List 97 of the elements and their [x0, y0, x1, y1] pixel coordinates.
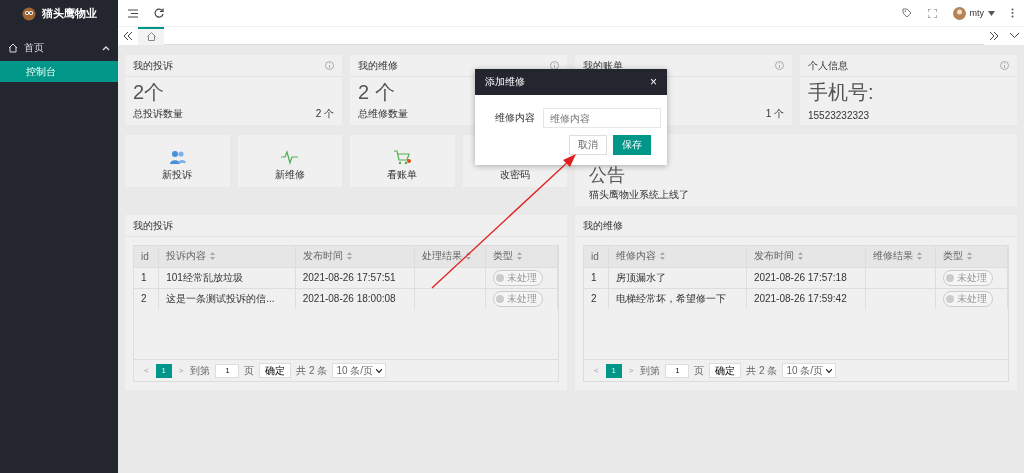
- repair-content-field[interactable]: 维修内容: [543, 108, 661, 128]
- table-cell: 2021-08-26 17:57:51: [295, 267, 415, 288]
- double-right-icon: [989, 31, 999, 40]
- goto-label: 到第: [640, 363, 661, 378]
- sort-icon[interactable]: [210, 252, 216, 261]
- column-label: 投诉内容: [166, 249, 207, 264]
- shortcut-tile[interactable]: 新投诉: [125, 135, 230, 187]
- table-cell: 2021-08-26 17:59:42: [746, 288, 866, 309]
- shortcut-label: 新维修: [274, 168, 305, 182]
- stat-caption: 总投诉数量: [133, 107, 183, 121]
- menu-label: 首页: [24, 41, 45, 55]
- confirm-button[interactable]: 确定: [259, 363, 292, 378]
- table-cell: 电梯经常坏，希望修一下: [608, 288, 747, 309]
- caret-down-icon: [988, 10, 995, 16]
- sort-icon[interactable]: [916, 252, 922, 261]
- column-label: 发布时间: [753, 249, 794, 264]
- stat-caption: 总维修数量: [358, 107, 408, 121]
- stat-count: 1 个: [765, 107, 784, 121]
- confirm-button[interactable]: 确定: [709, 363, 742, 378]
- column-label: 类型: [943, 249, 964, 264]
- info-icon: [1000, 61, 1009, 70]
- chevron-down-icon: [826, 368, 833, 373]
- table-cell: 2: [134, 288, 159, 309]
- shortcut-tile[interactable]: 看账单: [350, 135, 455, 187]
- table-cell: 1: [584, 267, 609, 288]
- info-icon: [775, 61, 784, 70]
- user-menu[interactable]: mty: [952, 6, 995, 20]
- avatar-icon: [952, 6, 966, 20]
- column-label: 处理结果: [422, 249, 463, 264]
- card-title: 个人信息: [808, 58, 848, 73]
- stat-count: 2 个: [315, 107, 334, 121]
- user-name: mty: [969, 8, 984, 18]
- column-label: 维修结果: [872, 249, 913, 264]
- home-icon: [8, 43, 18, 53]
- table-cell: 2021-08-26 17:57:18: [746, 267, 866, 288]
- page-unit: 页: [694, 363, 705, 378]
- card-title: 我的维修: [358, 58, 398, 73]
- shortcut-label: 新投诉: [162, 168, 193, 182]
- double-left-icon: [123, 31, 133, 40]
- fullscreen-icon[interactable]: [927, 8, 937, 18]
- page-size-select[interactable]: 10 条/页: [782, 363, 837, 378]
- notice-text: 猫头鹰物业系统上线了: [589, 188, 690, 202]
- column-label: 发布时间: [302, 249, 343, 264]
- sort-icon[interactable]: [346, 252, 352, 261]
- stat-value: 2 个: [358, 81, 395, 103]
- notice-title: 公告: [589, 166, 625, 184]
- total-count: 共 2 条: [746, 363, 778, 378]
- column-label: 维修内容: [616, 249, 657, 264]
- tag-icon[interactable]: [901, 8, 912, 18]
- info-icon: [325, 61, 334, 70]
- brand-name: 猫头鹰物业: [41, 6, 97, 21]
- stat-value: 手机号:: [808, 81, 874, 103]
- menu-icon[interactable]: [128, 8, 138, 18]
- shortcut-label: 看账单: [387, 168, 418, 182]
- submenu-item[interactable]: 控制台: [0, 61, 118, 82]
- sort-icon[interactable]: [466, 252, 472, 261]
- shortcut-label: 改密码: [499, 168, 530, 182]
- table-cell: 房顶漏水了: [608, 267, 747, 288]
- card-title: 我的投诉: [133, 218, 173, 233]
- sort-icon[interactable]: [660, 252, 666, 261]
- save-button[interactable]: 保存: [613, 135, 651, 155]
- page-unit: 页: [244, 363, 255, 378]
- column-label: 类型: [493, 249, 513, 264]
- total-count: 共 2 条: [296, 363, 328, 378]
- stat-caption: 15523232323: [808, 110, 870, 121]
- column-header: id: [134, 246, 159, 267]
- column-header: id: [584, 246, 609, 267]
- goto-label: 到第: [190, 363, 211, 378]
- users-icon: [168, 149, 186, 165]
- table-cell: 这是一条测试投诉的信...: [158, 288, 296, 309]
- card-title: 我的投诉: [133, 58, 173, 73]
- table-cell: 1: [134, 267, 159, 288]
- close-button[interactable]: ×: [650, 75, 657, 89]
- field-label: 维修内容: [495, 111, 535, 125]
- cart-icon: [393, 149, 411, 165]
- dialog-title: 添加维修: [485, 75, 525, 89]
- pulse-icon: [281, 149, 299, 165]
- table-cell: 2: [584, 288, 609, 309]
- caret-up-icon: [102, 45, 110, 51]
- sort-icon[interactable]: [797, 252, 803, 261]
- menu-item[interactable]: 首页: [0, 35, 118, 61]
- page-size-select[interactable]: 10 条/页: [332, 363, 387, 378]
- cancel-button[interactable]: 取消: [569, 135, 607, 155]
- card-title: 我的维修: [583, 218, 623, 233]
- chevron-down-icon: [376, 368, 383, 373]
- stat-value: 2个: [133, 81, 165, 103]
- info-icon: [550, 61, 559, 70]
- table-cell: 2021-08-26 18:00:08: [295, 288, 415, 309]
- sort-icon[interactable]: [517, 252, 522, 261]
- chevron-down-icon: [1009, 33, 1019, 38]
- sort-icon[interactable]: [967, 252, 973, 261]
- shortcut-tile[interactable]: 新维修: [237, 135, 342, 187]
- home-icon: [146, 32, 156, 41]
- owl-logo-icon: [21, 6, 36, 21]
- more-icon[interactable]: [1011, 8, 1014, 18]
- refresh-icon[interactable]: [154, 8, 164, 18]
- table-cell: 101经常乱放垃圾: [158, 267, 296, 288]
